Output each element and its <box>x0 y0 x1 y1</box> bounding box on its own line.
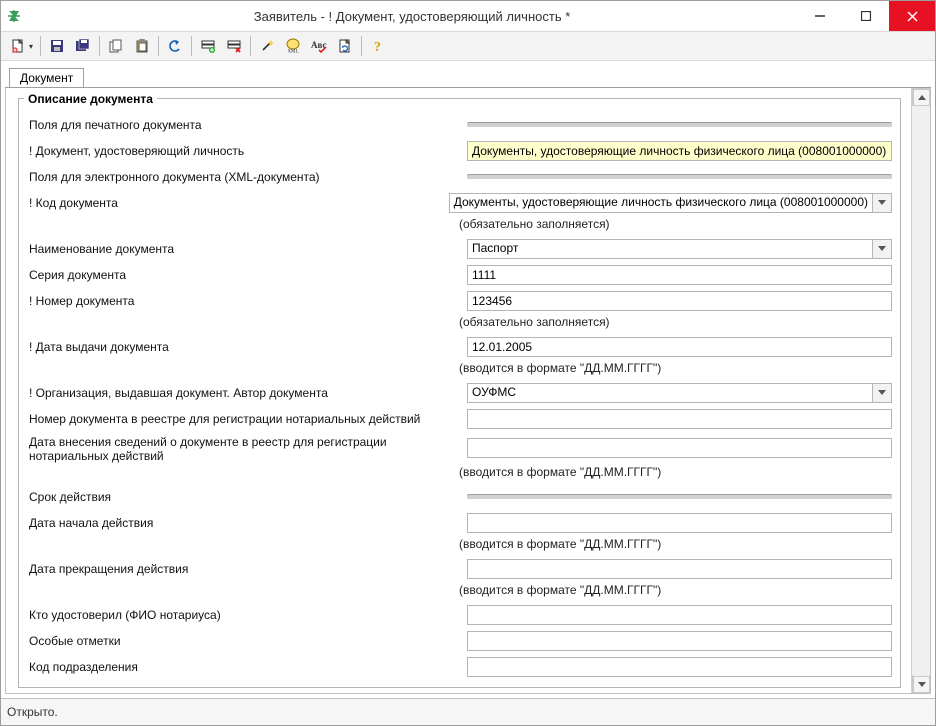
status-text: Открыто. <box>7 705 58 719</box>
undo-button[interactable] <box>163 35 187 57</box>
label-doc-code: ! Код документа <box>29 196 449 210</box>
hint-mandatory: (обязательно заполняется) <box>459 315 892 333</box>
chevron-down-icon[interactable] <box>872 194 891 212</box>
maximize-button[interactable] <box>843 1 889 31</box>
special-notes-input[interactable] <box>467 631 892 651</box>
svg-text:?: ? <box>374 40 381 54</box>
hint-date-format: (вводится в формате "ДД.ММ.ГГГГ") <box>459 465 892 483</box>
label-issue-date: ! Дата выдачи документа <box>29 340 467 354</box>
status-bar: Открыто. <box>1 698 935 725</box>
label-registry-num: Номер документа в реестре для регистраци… <box>29 412 467 426</box>
save-all-button[interactable] <box>71 35 95 57</box>
label-doc-series: Серия документа <box>29 268 467 282</box>
new-doc-button[interactable] <box>6 35 30 57</box>
label-registry-date: Дата внесения сведений о документе в рее… <box>29 433 467 463</box>
label-xml-fields: Поля для электронного документа (XML-док… <box>29 170 467 184</box>
title-bar: Заявитель - ! Документ, удостоверяющий л… <box>1 1 935 32</box>
label-validity: Срок действия <box>29 490 467 504</box>
app-window: Заявитель - ! Документ, удостоверяющий л… <box>0 0 936 726</box>
subdiv-code-input[interactable] <box>467 657 892 677</box>
hint-date-format: (вводится в формате "ДД.ММ.ГГГГ") <box>459 537 892 555</box>
hint-mandatory: (обязательно заполняется) <box>459 217 892 235</box>
registry-date-input[interactable] <box>467 438 892 458</box>
doc-name-value: Паспорт <box>468 240 872 258</box>
copy-button[interactable] <box>104 35 128 57</box>
issue-date-input[interactable] <box>467 337 892 357</box>
main-panel: Описание документа Поля для печатного до… <box>5 87 931 694</box>
svg-text:XML: XML <box>287 50 298 55</box>
scroll-down-icon[interactable] <box>913 676 930 693</box>
add-row-button[interactable] <box>196 35 220 57</box>
doc-code-value: Документы, удостоверяющие личность физич… <box>450 194 872 212</box>
certifier-input[interactable] <box>467 605 892 625</box>
doc-name-combo[interactable]: Паспорт <box>467 239 892 259</box>
chevron-down-icon[interactable] <box>872 384 891 402</box>
label-print-fields: Поля для печатного документа <box>29 118 467 132</box>
spellcheck-button[interactable]: Авс <box>307 35 331 57</box>
label-certifier: Кто удостоверил (ФИО нотариуса) <box>29 608 467 622</box>
form-container: Описание документа Поля для печатного до… <box>5 88 931 694</box>
label-doc-name: Наименование документа <box>29 242 467 256</box>
separator <box>467 494 892 500</box>
app-icon <box>1 9 27 23</box>
label-start-date: Дата начала действия <box>29 516 467 530</box>
minimize-button[interactable] <box>797 1 843 31</box>
group-title: Описание документа <box>24 92 157 106</box>
xml-button[interactable]: XML <box>281 35 305 57</box>
end-date-input[interactable] <box>467 559 892 579</box>
tab-row: Документ <box>1 61 935 87</box>
window-controls <box>797 1 935 31</box>
doc-number-input[interactable] <box>467 291 892 311</box>
toolbar: ▾ XML Авс <box>1 32 935 61</box>
scroll-up-icon[interactable] <box>913 89 930 106</box>
label-doc-number: ! Номер документа <box>29 294 467 308</box>
separator <box>467 174 892 180</box>
new-doc-dropdown[interactable]: ▾ <box>29 42 37 51</box>
label-identity-doc: ! Документ, удостоверяющий личность <box>29 144 467 158</box>
issuer-org-value: ОУФМС <box>468 384 872 402</box>
wand-button[interactable] <box>255 35 279 57</box>
refresh-doc-button[interactable] <box>333 35 357 57</box>
hint-date-format: (вводится в формате "ДД.ММ.ГГГГ") <box>459 361 892 379</box>
label-issuer-org: ! Организация, выдавшая документ. Автор … <box>29 386 467 400</box>
save-button[interactable] <box>45 35 69 57</box>
label-subdiv-code: Код подразделения <box>29 660 467 674</box>
start-date-input[interactable] <box>467 513 892 533</box>
window-title: Заявитель - ! Документ, удостоверяющий л… <box>27 9 797 24</box>
paste-button[interactable] <box>130 35 154 57</box>
close-button[interactable] <box>889 1 935 31</box>
tab-document[interactable]: Документ <box>9 68 84 88</box>
doc-series-input[interactable] <box>467 265 892 285</box>
label-end-date: Дата прекращения действия <box>29 562 467 576</box>
registry-num-input[interactable] <box>467 409 892 429</box>
doc-code-combo[interactable]: Документы, удостоверяющие личность физич… <box>449 193 892 213</box>
outer-scrollbar[interactable] <box>913 89 930 693</box>
label-special-notes: Особые отметки <box>29 634 467 648</box>
help-button[interactable]: ? <box>366 35 390 57</box>
issuer-org-combo[interactable]: ОУФМС <box>467 383 892 403</box>
hint-date-format: (вводится в формате "ДД.ММ.ГГГГ") <box>459 583 892 601</box>
identity-doc-input[interactable] <box>467 141 892 161</box>
chevron-down-icon[interactable] <box>872 240 891 258</box>
delete-row-button[interactable] <box>222 35 246 57</box>
separator <box>467 122 892 128</box>
